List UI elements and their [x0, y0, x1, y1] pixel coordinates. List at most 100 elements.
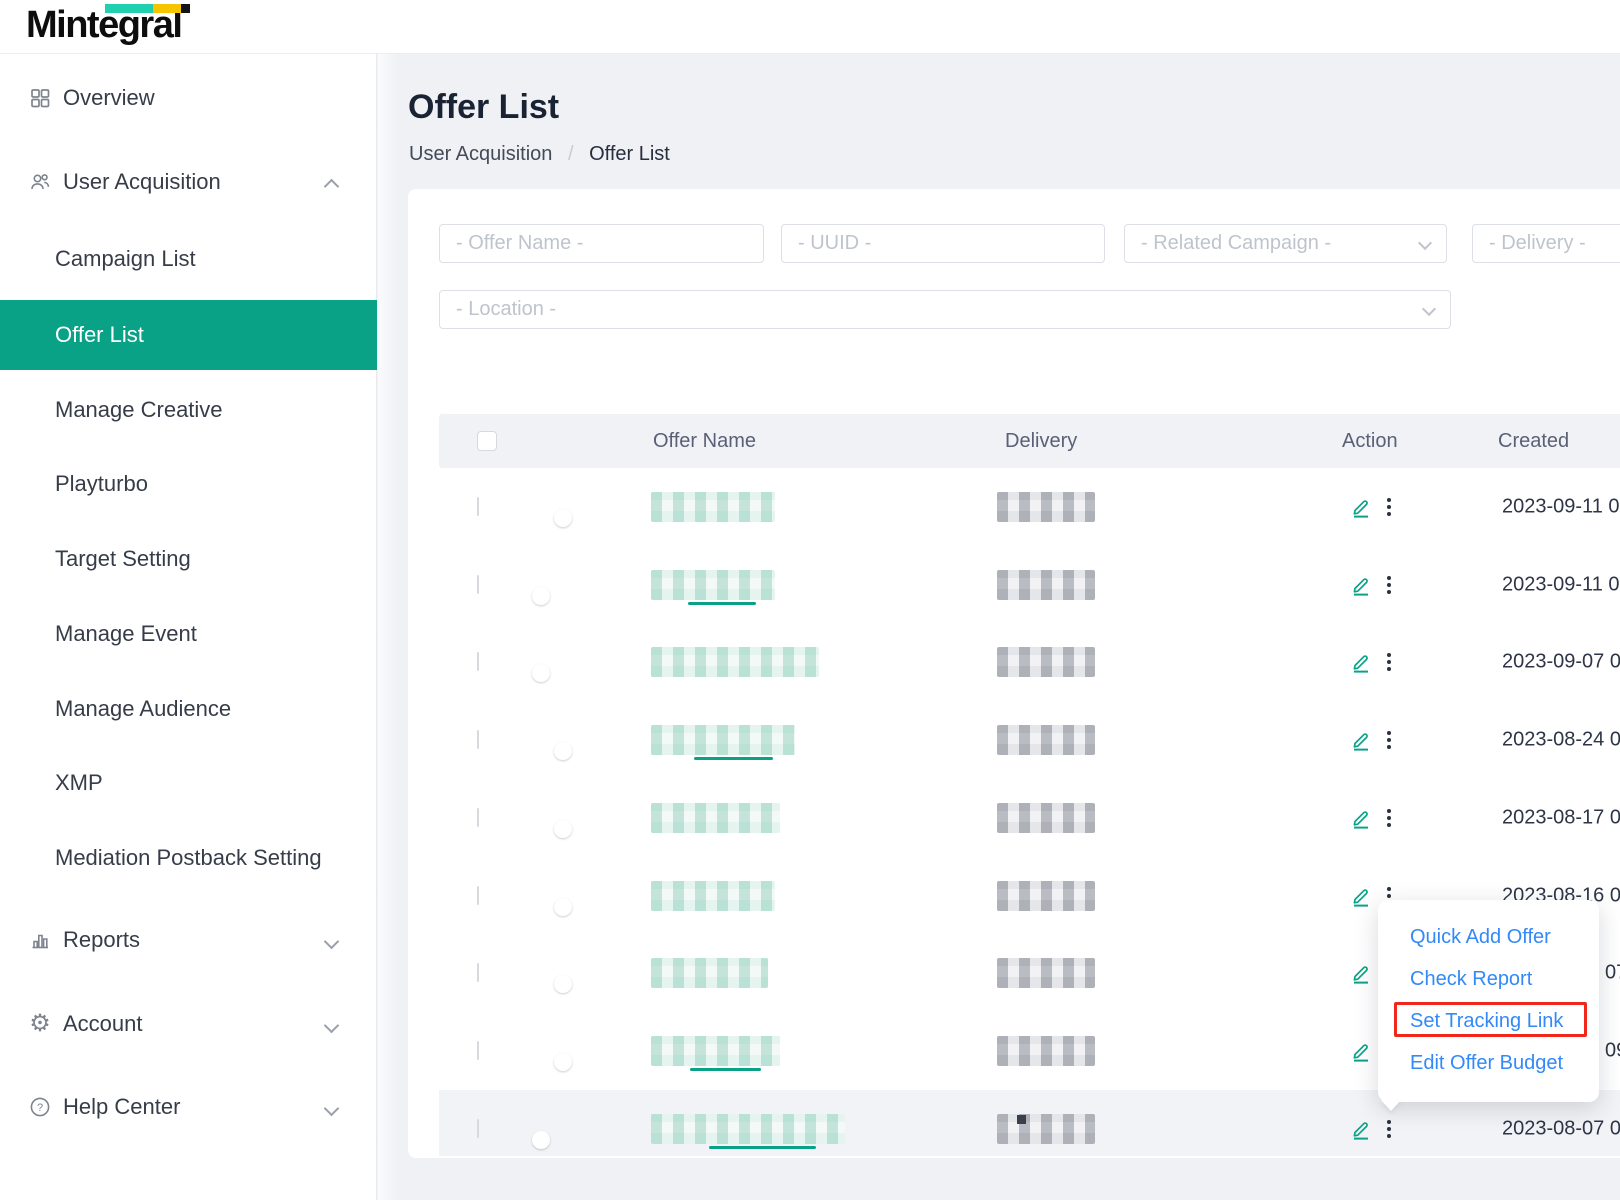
row-checkbox[interactable] — [477, 575, 479, 594]
row-checkbox[interactable] — [477, 497, 479, 516]
redaction-artifact — [690, 1068, 761, 1071]
select-all-checkbox[interactable] — [477, 431, 497, 451]
toggle-knob — [532, 587, 550, 605]
more-actions-button[interactable] — [1385, 574, 1393, 596]
sidebar-item-manage-event[interactable]: Manage Event — [0, 599, 377, 669]
edit-offer-button[interactable] — [1350, 885, 1372, 907]
related-campaign-select[interactable]: - Related Campaign - — [1124, 224, 1447, 263]
location-select[interactable]: - Location - — [439, 290, 1451, 329]
more-actions-button[interactable] — [1385, 651, 1393, 673]
redaction-artifact — [709, 1146, 816, 1149]
toggle-knob — [554, 898, 572, 916]
sidebar-item-label: Playturbo — [55, 471, 148, 497]
menu-item-edit-offer-budget[interactable]: Edit Offer Budget — [1378, 1042, 1599, 1084]
table-row: 2023-09-11 06 — [439, 546, 1620, 624]
offer-name-redacted[interactable] — [651, 881, 775, 911]
delivery-select[interactable]: - Delivery - — [1472, 224, 1620, 263]
sidebar-item-manage-creative[interactable]: Manage Creative — [0, 375, 377, 445]
sidebar-item-target-setting[interactable]: Target Setting — [0, 524, 377, 594]
sidebar-item-manage-audience[interactable]: Manage Audience — [0, 674, 377, 744]
sidebar-item-label: Manage Audience — [55, 696, 231, 722]
edit-offer-button[interactable] — [1350, 729, 1372, 751]
context-menu-arrow — [1381, 1100, 1401, 1111]
sidebar-item-help-center[interactable]: ?Help Center — [0, 1072, 377, 1142]
sidebar-item-playturbo[interactable]: Playturbo — [0, 449, 377, 519]
sidebar-item-campaign-list[interactable]: Campaign List — [0, 224, 377, 294]
delivery-redacted — [997, 803, 1095, 833]
related-campaign-placeholder: - Related Campaign - — [1141, 232, 1331, 255]
sidebar-item-user-acquisition[interactable]: User Acquisition — [0, 147, 377, 217]
chevron-up-icon — [325, 175, 339, 189]
toggle-knob — [554, 742, 572, 760]
offer-name-redacted[interactable] — [651, 647, 819, 677]
chevron-down-icon — [1420, 238, 1432, 250]
sidebar-item-overview[interactable]: Overview — [0, 63, 377, 133]
row-context-menu: Quick Add OfferCheck ReportSet Tracking … — [1378, 900, 1599, 1102]
created-date: 2023-09-07 08 — [1502, 651, 1620, 674]
toggle-knob — [532, 664, 550, 682]
more-actions-button[interactable] — [1385, 1118, 1393, 1140]
edit-offer-button[interactable] — [1350, 496, 1372, 518]
delivery-redacted — [997, 1036, 1095, 1066]
row-checkbox[interactable] — [477, 808, 479, 827]
sidebar-item-label: Overview — [63, 85, 155, 111]
sidebar-item-label: Manage Event — [55, 621, 197, 647]
created-date: 2023-09-11 06 — [1502, 573, 1620, 596]
menu-item-set-tracking-link[interactable]: Set Tracking Link — [1378, 1000, 1599, 1042]
table-row: 2023-09-07 08 — [439, 624, 1620, 702]
menu-item-check-report[interactable]: Check Report — [1378, 958, 1599, 1000]
uuid-input[interactable] — [781, 224, 1105, 263]
sidebar-item-xmp[interactable]: XMP — [0, 748, 377, 818]
delivery-redacted — [997, 881, 1095, 911]
offer-name-redacted[interactable] — [651, 492, 775, 522]
more-actions-button[interactable] — [1385, 729, 1393, 751]
row-checkbox[interactable] — [477, 652, 479, 671]
row-checkbox[interactable] — [477, 963, 479, 982]
delivery-placeholder: - Delivery - — [1489, 232, 1586, 255]
delivery-redacted — [997, 570, 1095, 600]
row-checkbox[interactable] — [477, 1041, 479, 1060]
sidebar-item-offer-list[interactable]: Offer List — [0, 300, 377, 370]
redaction-artifact — [1017, 1115, 1026, 1124]
more-actions-button[interactable] — [1385, 807, 1393, 829]
sidebar-item-label: Manage Creative — [55, 397, 223, 423]
sidebar-item-label: Offer List — [55, 322, 144, 348]
toggle-knob — [554, 509, 572, 527]
toggle-knob — [532, 1131, 550, 1149]
chevron-down-icon — [1424, 304, 1436, 316]
breadcrumb-user-acquisition[interactable]: User Acquisition — [409, 143, 552, 165]
more-actions-button[interactable] — [1385, 496, 1393, 518]
sidebar-item-reports[interactable]: Reports — [0, 905, 377, 975]
row-checkbox[interactable] — [477, 1119, 479, 1138]
offer-name-redacted[interactable] — [651, 725, 795, 755]
offer-name-redacted[interactable] — [651, 958, 768, 988]
col-delivery: Delivery — [1005, 414, 1077, 468]
offer-name-redacted[interactable] — [651, 1114, 845, 1144]
row-checkbox[interactable] — [477, 886, 479, 905]
offer-name-redacted[interactable] — [651, 570, 775, 600]
redaction-artifact — [694, 757, 773, 760]
sidebar-item-label: Account — [63, 1011, 143, 1037]
sidebar-item-account[interactable]: ⚙Account — [0, 989, 377, 1059]
created-date: 2023-08-17 07 — [1502, 806, 1620, 829]
pencil-icon — [1350, 962, 1372, 984]
location-placeholder: - Location - — [456, 298, 556, 321]
offer-name-redacted[interactable] — [651, 803, 780, 833]
row-checkbox[interactable] — [477, 730, 479, 749]
edit-offer-button[interactable] — [1350, 651, 1372, 673]
offer-name-input[interactable] — [439, 224, 764, 263]
chevron-down-icon — [325, 933, 339, 947]
edit-offer-button[interactable] — [1350, 574, 1372, 596]
edit-offer-button[interactable] — [1350, 1118, 1372, 1140]
edit-offer-button[interactable] — [1350, 1040, 1372, 1062]
edit-offer-button[interactable] — [1350, 807, 1372, 829]
toggle-knob — [554, 820, 572, 838]
offer-name-redacted[interactable] — [651, 1036, 780, 1066]
sidebar-item-mediation-postback-setting[interactable]: Mediation Postback Setting — [0, 823, 377, 893]
pencil-icon — [1350, 885, 1372, 907]
sidebar-item-label: XMP — [55, 770, 103, 796]
edit-offer-button[interactable] — [1350, 962, 1372, 984]
breadcrumb-separator: / — [558, 143, 584, 165]
sidebar-item-label: Campaign List — [55, 246, 196, 272]
menu-item-quick-add-offer[interactable]: Quick Add Offer — [1378, 916, 1599, 958]
